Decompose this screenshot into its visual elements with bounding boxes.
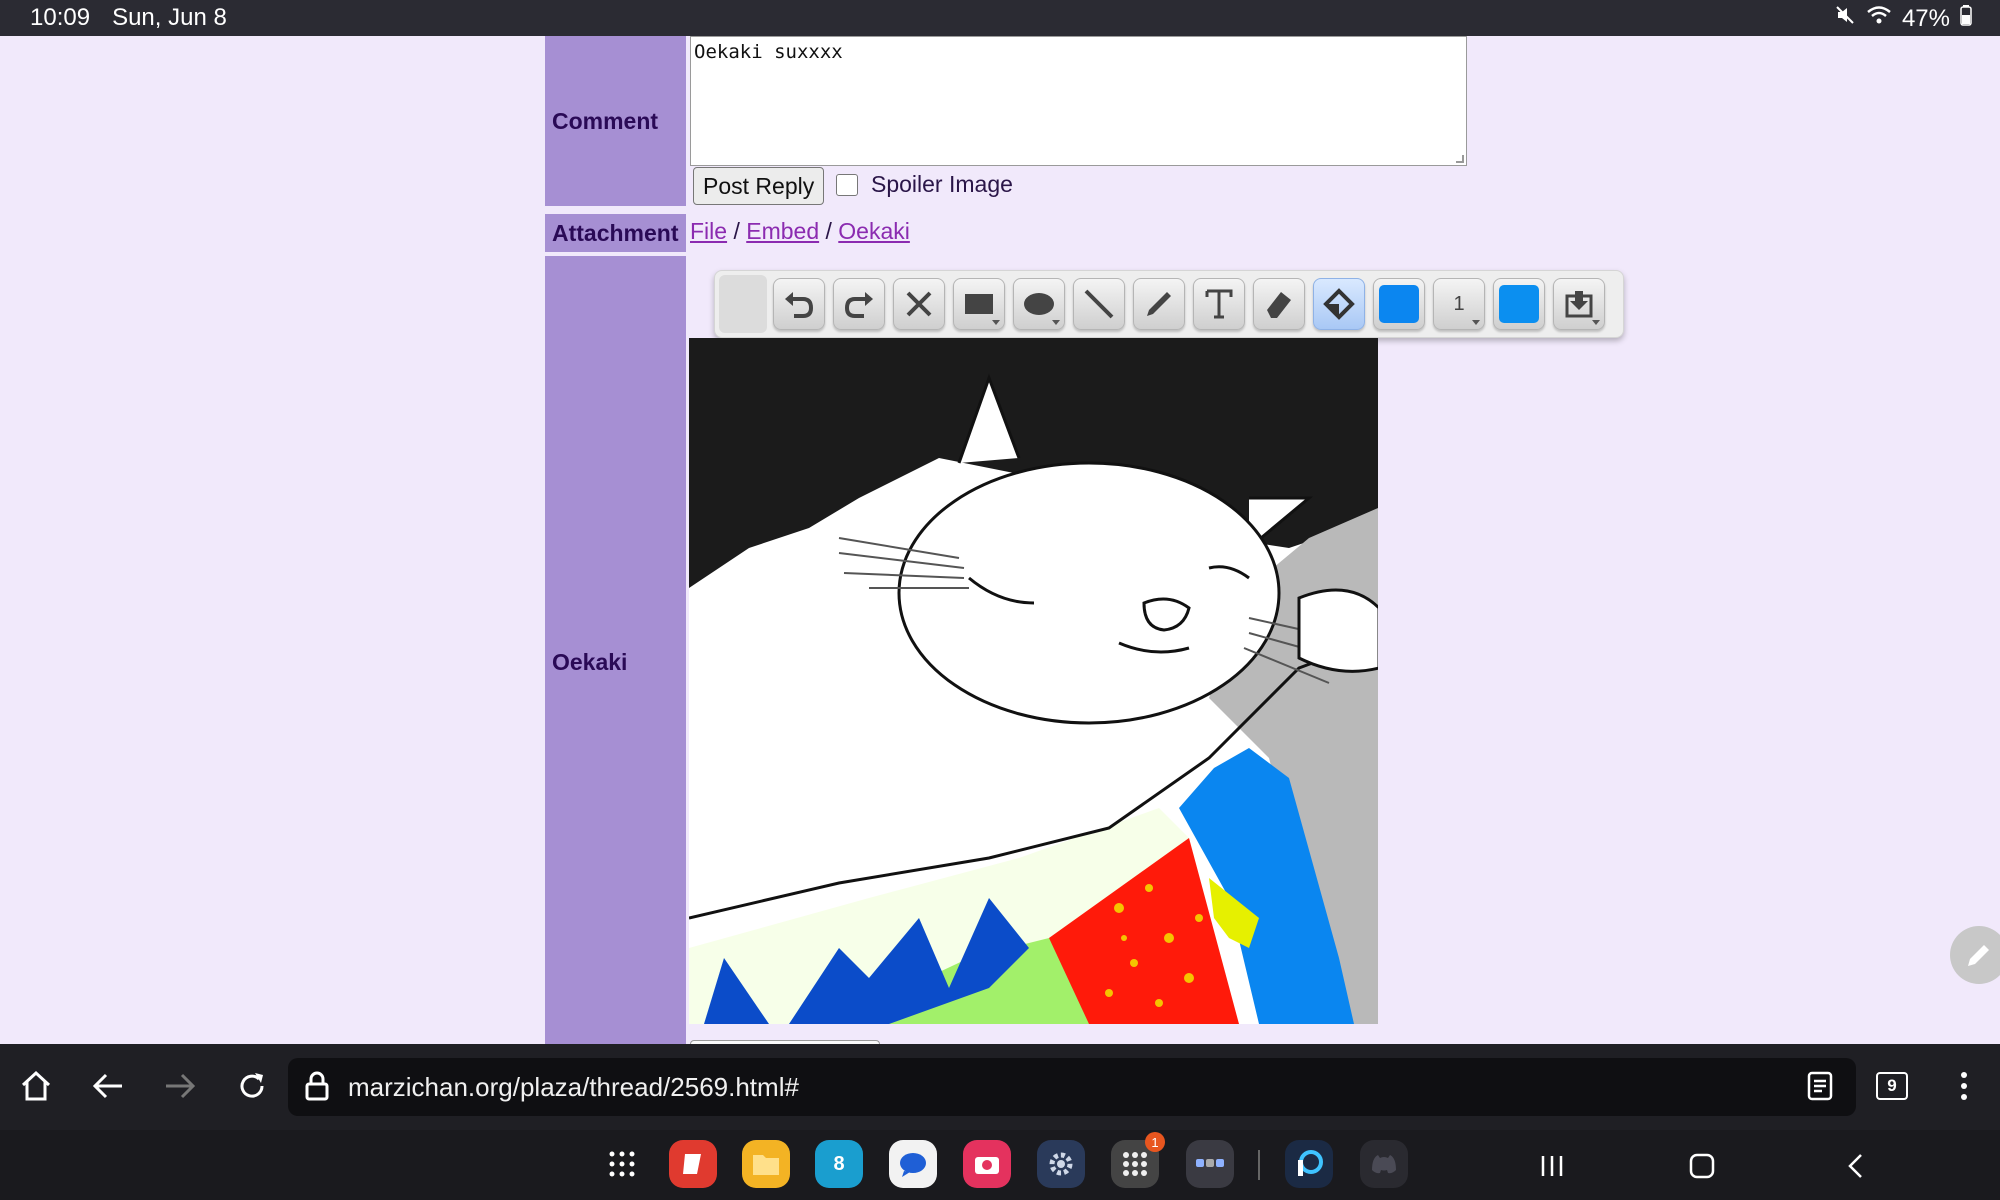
android-dock: 8 1 xyxy=(0,1130,2000,1200)
tab-count: 9 xyxy=(1887,1076,1897,1095)
chevron-down-icon xyxy=(1052,320,1060,325)
undo-icon[interactable] xyxy=(773,278,825,330)
fill-icon[interactable] xyxy=(1313,278,1365,330)
primary-color-swatch xyxy=(1379,285,1419,323)
redo-icon[interactable] xyxy=(833,278,885,330)
comment-textarea[interactable]: Oekaki suxxxx xyxy=(690,36,1467,166)
line-icon[interactable] xyxy=(1073,278,1125,330)
calendar-day: 8 xyxy=(833,1152,845,1175)
chevron-down-icon xyxy=(992,320,1000,325)
camera-app-icon[interactable] xyxy=(963,1140,1011,1188)
page-content: Comment Oekaki suxxxx Post Reply Spoiler… xyxy=(0,36,2000,1044)
next-row-label xyxy=(545,1037,686,1044)
tabs-button[interactable]: 9 xyxy=(1870,1064,1914,1108)
back-nav-icon[interactable] xyxy=(1833,1144,1877,1188)
home-nav-icon[interactable] xyxy=(1680,1144,1724,1188)
chevron-down-icon xyxy=(1472,320,1480,325)
comment-label: Comment xyxy=(545,36,686,206)
save-icon[interactable] xyxy=(1553,278,1605,330)
secondary-color-button[interactable] xyxy=(1493,278,1545,330)
app-drawer-icon[interactable] xyxy=(598,1140,646,1188)
clear-icon[interactable] xyxy=(893,278,945,330)
primary-color-button[interactable] xyxy=(1373,278,1425,330)
app-folder-2-icon[interactable] xyxy=(1186,1140,1234,1188)
discord-app-icon[interactable] xyxy=(1360,1140,1408,1188)
status-bar: 10:09 Sun, Jun 8 47% xyxy=(0,0,2000,58)
dot-icon xyxy=(333,8,382,51)
mute-icon xyxy=(1834,4,1856,33)
status-date: Sun, Jun 8 xyxy=(112,4,227,31)
home-icon[interactable] xyxy=(14,1064,58,1108)
comment-text: Oekaki suxxxx xyxy=(694,41,843,63)
brush-size-button[interactable]: 1 xyxy=(1433,278,1485,330)
notification-badge: 1 xyxy=(1145,1132,1165,1152)
reader-mode-icon[interactable] xyxy=(1798,1064,1842,1108)
post-reply-button[interactable]: Post Reply xyxy=(693,167,825,205)
settings-app-icon[interactable] xyxy=(1037,1140,1085,1188)
dock-divider xyxy=(1258,1150,1260,1180)
files-app-icon[interactable] xyxy=(742,1140,790,1188)
link-separator: / xyxy=(733,218,740,244)
reload-icon[interactable] xyxy=(230,1064,274,1108)
back-icon[interactable] xyxy=(86,1064,130,1108)
oekaki-label: Oekaki xyxy=(545,256,686,1044)
spoiler-label: Spoiler Image xyxy=(871,171,1013,197)
file-link[interactable]: File xyxy=(690,218,727,244)
pen-icon[interactable] xyxy=(1133,278,1185,330)
secondary-color-swatch xyxy=(1499,285,1539,323)
forward-icon[interactable] xyxy=(158,1064,202,1108)
recent-apps-icon[interactable] xyxy=(1530,1144,1574,1188)
toolbar-drag-handle[interactable] xyxy=(719,275,767,333)
url-bar[interactable]: marzichan.org/plaza/thread/2569.html# xyxy=(288,1058,1856,1116)
chevron-down-icon xyxy=(1592,320,1600,325)
status-time: 10:09 xyxy=(30,4,91,31)
spoiler-checkbox[interactable] xyxy=(836,174,858,196)
attachment-links: File / Embed / Oekaki xyxy=(690,218,910,245)
text-icon[interactable] xyxy=(1193,278,1245,330)
notes-app-icon[interactable] xyxy=(669,1140,717,1188)
messages-app-icon[interactable] xyxy=(889,1140,937,1188)
attachment-label: Attachment xyxy=(545,214,686,252)
wifi-icon xyxy=(1866,4,1892,33)
pencil-icon xyxy=(1968,945,1989,966)
link-separator: / xyxy=(825,218,832,244)
battery-icon xyxy=(1960,4,1972,33)
calendar-app-icon[interactable]: 8 xyxy=(815,1140,863,1188)
ibis-paint-app-icon[interactable] xyxy=(1285,1140,1333,1188)
resize-grip-icon[interactable] xyxy=(1456,155,1464,163)
battery-percent: 47% xyxy=(1901,4,1950,32)
eraser-icon[interactable] xyxy=(1253,278,1305,330)
lock-icon xyxy=(304,1071,330,1105)
ellipse-icon[interactable] xyxy=(1013,278,1065,330)
brush-size-value: 1 xyxy=(1453,292,1465,315)
gallery-icon xyxy=(237,8,298,56)
tabs-icon: 9 xyxy=(1876,1072,1908,1100)
oekaki-toolbar: 1 xyxy=(714,270,1624,338)
cloud-icon xyxy=(269,8,330,54)
app-folder-icon[interactable]: 1 xyxy=(1111,1132,1165,1188)
more-menu-icon[interactable] xyxy=(1942,1064,1986,1108)
sync-icon xyxy=(301,8,363,58)
embed-link[interactable]: Embed xyxy=(746,218,819,244)
oekaki-link[interactable]: Oekaki xyxy=(838,218,910,244)
url-text[interactable]: marzichan.org/plaza/thread/2569.html# xyxy=(348,1072,799,1103)
browser-toolbar: marzichan.org/plaza/thread/2569.html# 9 xyxy=(0,1044,2000,1130)
edit-fab-button[interactable] xyxy=(1950,926,2000,984)
oekaki-canvas[interactable] xyxy=(689,338,1378,1024)
rectangle-icon[interactable] xyxy=(953,278,1005,330)
